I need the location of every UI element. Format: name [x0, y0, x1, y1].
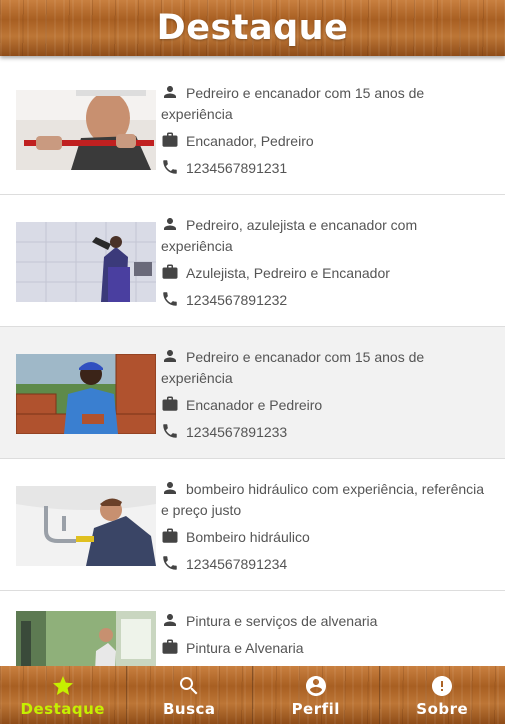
listing-description-row: bombeiro hidráulico com experiência, ref… — [161, 479, 491, 521]
phone-icon — [163, 424, 177, 438]
listing-list[interactable]: Pedreiro e encanador com 15 anos de expe… — [0, 63, 505, 666]
account-circle-icon — [305, 676, 326, 696]
listing-phone-row[interactable]: 1234567891234 — [161, 554, 491, 575]
listing-phone-row[interactable]: 1234567891231 — [161, 158, 491, 179]
listing-description-row: Pedreiro e encanador com 15 anos de expe… — [161, 347, 491, 389]
listing-description: Pedreiro e encanador com 15 anos de expe… — [161, 85, 425, 122]
listing-description-row: Pintura e serviços de alvenaria — [161, 611, 491, 632]
listing-professions-row: Azulejista, Pedreiro e Encanador — [161, 263, 491, 284]
tab-label: Destaque — [20, 700, 105, 718]
listing-card[interactable]: bombeiro hidráulico com experiência, ref… — [0, 459, 505, 591]
listing-card[interactable]: Pintura e serviços de alvenaria Pintura … — [0, 591, 505, 666]
briefcase-icon — [162, 396, 178, 411]
tab-perfil[interactable]: Perfil — [253, 666, 380, 724]
briefcase-icon — [162, 132, 178, 147]
listing-photo[interactable] — [16, 90, 156, 170]
listing-professions: Bombeiro hidráulico — [186, 529, 310, 545]
listing-description-row: Pedreiro, azulejista e encanador com exp… — [161, 215, 491, 257]
star-icon — [52, 676, 73, 695]
listing-professions-row: Pintura e Alvenaria — [161, 638, 491, 659]
listing-card[interactable]: Pedreiro e encanador com 15 anos de expe… — [0, 327, 505, 459]
listing-description: Pedreiro, azulejista e encanador com exp… — [161, 217, 418, 254]
tab-busca[interactable]: Busca — [126, 666, 253, 724]
app-header: Destaque — [0, 0, 505, 56]
phone-icon — [163, 160, 177, 174]
person-icon — [164, 218, 176, 230]
search-icon — [180, 677, 198, 695]
listing-description-row: Pedreiro e encanador com 15 anos de expe… — [161, 83, 491, 125]
listing-phone-row[interactable]: 1234567891233 — [161, 422, 491, 443]
tab-destaque[interactable]: Destaque — [0, 666, 127, 724]
listing-photo[interactable] — [16, 486, 156, 566]
tab-label: Sobre — [416, 700, 469, 718]
listing-professions: Pintura e Alvenaria — [186, 640, 304, 656]
listing-description: Pintura e serviços de alvenaria — [186, 613, 378, 629]
person-icon — [164, 614, 176, 626]
listing-photo[interactable] — [16, 222, 156, 302]
listing-photo[interactable] — [16, 354, 156, 434]
phone-icon — [163, 292, 177, 306]
person-icon — [164, 86, 176, 98]
briefcase-icon — [162, 528, 178, 543]
listing-phone[interactable]: 1234567891234 — [186, 556, 287, 572]
listing-phone[interactable]: 1234567891232 — [186, 292, 287, 308]
listing-description: Pedreiro e encanador com 15 anos de expe… — [161, 349, 425, 386]
phone-icon — [163, 556, 177, 570]
listing-professions: Azulejista, Pedreiro e Encanador — [186, 265, 390, 281]
briefcase-icon — [162, 264, 178, 279]
listing-card[interactable]: Pedreiro, azulejista e encanador com exp… — [0, 195, 505, 327]
listing-phone-row[interactable]: 1234567891232 — [161, 290, 491, 311]
person-icon — [164, 482, 176, 494]
briefcase-icon — [162, 639, 178, 654]
listing-professions: Encanador, Pedreiro — [186, 133, 314, 149]
page-title: Destaque — [156, 8, 349, 48]
listing-phone[interactable]: 1234567891233 — [186, 424, 287, 440]
listing-professions: Encanador e Pedreiro — [186, 397, 323, 413]
tab-label: Perfil — [291, 700, 340, 718]
person-icon — [164, 350, 176, 362]
listing-card[interactable]: Pedreiro e encanador com 15 anos de expe… — [0, 63, 505, 195]
listing-professions-row: Bombeiro hidráulico — [161, 527, 491, 548]
listing-professions-row: Encanador, Pedreiro — [161, 131, 491, 152]
bottom-tab-bar: Destaque Busca Perfil Sobre — [0, 666, 505, 724]
tab-label: Busca — [162, 700, 216, 718]
listing-description: bombeiro hidráulico com experiência, ref… — [161, 481, 485, 518]
listing-photo[interactable] — [16, 611, 156, 666]
listing-professions-row: Encanador e Pedreiro — [161, 395, 491, 416]
tab-sobre[interactable]: Sobre — [379, 666, 505, 724]
info-icon — [432, 676, 453, 696]
listing-phone[interactable]: 1234567891231 — [186, 160, 287, 176]
